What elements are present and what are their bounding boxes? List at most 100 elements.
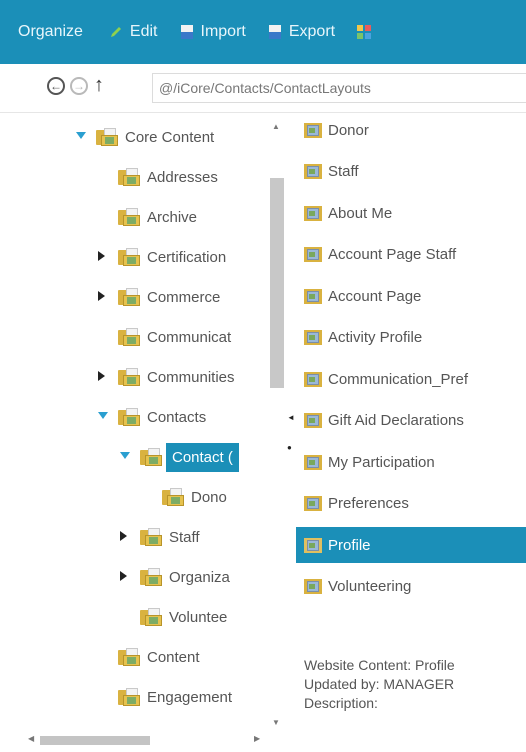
list-item[interactable]: Communication_Pref — [296, 361, 526, 397]
list-item[interactable]: About Me — [296, 195, 526, 231]
scroll-left-icon[interactable]: ◀ — [28, 734, 34, 743]
organize-button[interactable]: Organize — [18, 23, 83, 41]
list-item-label: Profile — [328, 536, 371, 554]
list-item-label: Activity Profile — [328, 329, 423, 346]
export-button[interactable]: Export — [268, 23, 335, 41]
content-item-icon — [304, 454, 324, 471]
list-item[interactable]: Activity Profile — [296, 320, 526, 356]
list-item-label: Account Page — [328, 287, 422, 305]
tree-item[interactable]: Communities — [98, 362, 235, 392]
folder-icon — [118, 208, 140, 226]
splitter-dot[interactable]: ● — [287, 443, 292, 452]
tree-item[interactable]: Organiza — [120, 562, 230, 592]
folder-icon — [118, 408, 140, 426]
organize-label: Organize — [18, 23, 83, 40]
list-item[interactable]: Account Page Staff — [296, 237, 526, 273]
tree-item[interactable]: Content — [118, 642, 200, 672]
pencil-icon — [110, 27, 121, 37]
view-button[interactable] — [357, 25, 378, 39]
list-item[interactable]: My Participation — [296, 444, 526, 480]
list-item-label: Staff — [328, 163, 359, 180]
tree-item[interactable]: Core Content — [76, 122, 215, 152]
folder-icon — [118, 248, 140, 266]
export-icon — [268, 25, 281, 39]
list-item-label: Account Page Staff — [328, 246, 457, 263]
list-item-label: About Me — [328, 204, 393, 222]
tree-item[interactable]: Archive — [118, 202, 197, 232]
list-item[interactable]: Preferences — [296, 486, 526, 522]
import-button[interactable]: Import — [180, 23, 246, 41]
folder-icon — [140, 608, 162, 626]
folder-icon — [118, 328, 140, 346]
scroll-thumb[interactable] — [270, 178, 284, 388]
list-item[interactable]: Gift Aid Declarations — [296, 403, 526, 439]
info-description: Description: — [304, 695, 378, 711]
list-item-label: Donor — [328, 121, 369, 139]
folder-icon — [118, 168, 140, 186]
tree-item[interactable]: Addresses — [118, 162, 218, 192]
list-item[interactable]: Profile — [296, 527, 526, 563]
tree-item[interactable]: Staff — [120, 522, 200, 552]
tree-horizontal-scrollbar[interactable]: ◀ ▶ — [28, 731, 268, 749]
content-item-icon — [304, 412, 324, 429]
list-item[interactable]: Account Page — [296, 278, 526, 314]
tree-item[interactable]: Dono — [162, 482, 227, 512]
folder-tree: Core Content Addresses Archive Certificatio… — [0, 112, 290, 752]
caret-right-icon[interactable] — [120, 531, 127, 541]
folder-icon — [118, 368, 140, 386]
list-item[interactable]: Staff — [296, 154, 526, 190]
tree-vertical-scrollbar[interactable]: ▲ ▼ — [266, 118, 286, 738]
folder-icon — [140, 528, 162, 546]
folder-icon — [162, 488, 184, 506]
list-item[interactable]: Volunteering — [296, 569, 526, 605]
tree-item[interactable]: Communicat — [118, 322, 231, 352]
tree-item-label: Core Content — [125, 128, 215, 146]
list-item[interactable]: Donor — [296, 112, 526, 148]
tree-item[interactable]: Certification — [98, 242, 226, 272]
content-item-icon — [304, 246, 324, 263]
edit-button[interactable]: Edit — [109, 23, 158, 41]
tree-item-label: Content — [147, 648, 200, 666]
scroll-right-icon[interactable]: ▶ — [254, 734, 260, 743]
scroll-up-icon[interactable]: ▲ — [272, 122, 280, 131]
tree-item[interactable]: Contacts — [98, 402, 206, 432]
folder-icon — [140, 448, 162, 466]
tree-item[interactable]: Engagement — [118, 682, 232, 712]
splitter-dot[interactable]: ◄ — [287, 413, 295, 422]
caret-right-icon[interactable] — [98, 251, 105, 261]
arrow-right-icon: → — [73, 79, 85, 93]
content-item-icon — [304, 163, 324, 180]
edit-label: Edit — [129, 23, 158, 40]
address-bar: ← → ↑ @/iCore/Contacts/ContactLayouts — [0, 64, 526, 113]
content-item-icon — [304, 537, 324, 554]
folder-icon — [118, 688, 140, 706]
tree-item[interactable]: Voluntee — [140, 602, 227, 632]
export-label: Export — [288, 23, 336, 40]
list-item-label: Volunteering — [328, 578, 412, 595]
content-item-icon — [304, 495, 324, 512]
content-item-icon — [304, 371, 324, 388]
scroll-down-icon[interactable]: ▼ — [272, 718, 280, 727]
caret-down-icon[interactable] — [76, 132, 86, 139]
forward-button[interactable]: → — [70, 77, 88, 95]
caret-down-icon[interactable] — [120, 452, 130, 459]
back-button[interactable]: ← — [47, 77, 65, 95]
list-item-label: Communication_Pref — [328, 370, 469, 388]
caret-right-icon[interactable] — [120, 571, 127, 581]
caret-down-icon[interactable] — [98, 412, 108, 419]
caret-right-icon[interactable] — [98, 291, 105, 301]
tree-item[interactable]: Commerce — [98, 282, 221, 312]
caret-right-icon[interactable] — [98, 371, 105, 381]
path-input[interactable]: @/iCore/Contacts/ContactLayouts — [152, 73, 526, 103]
tree-item-label: Commerce — [147, 288, 221, 306]
tree-item-label: Engagement — [147, 688, 233, 706]
info-title: Website Content: Profile — [304, 657, 455, 673]
tree-item[interactable]: Contact ( — [120, 442, 239, 472]
folder-icon — [118, 288, 140, 306]
content-item-icon — [304, 122, 324, 139]
tree-item-label: Staff — [169, 528, 200, 546]
folder-icon — [96, 128, 118, 146]
tree-item-label: Voluntee — [169, 608, 228, 626]
scroll-thumb-horizontal[interactable] — [40, 736, 150, 745]
up-button[interactable]: ↑ — [94, 74, 104, 97]
